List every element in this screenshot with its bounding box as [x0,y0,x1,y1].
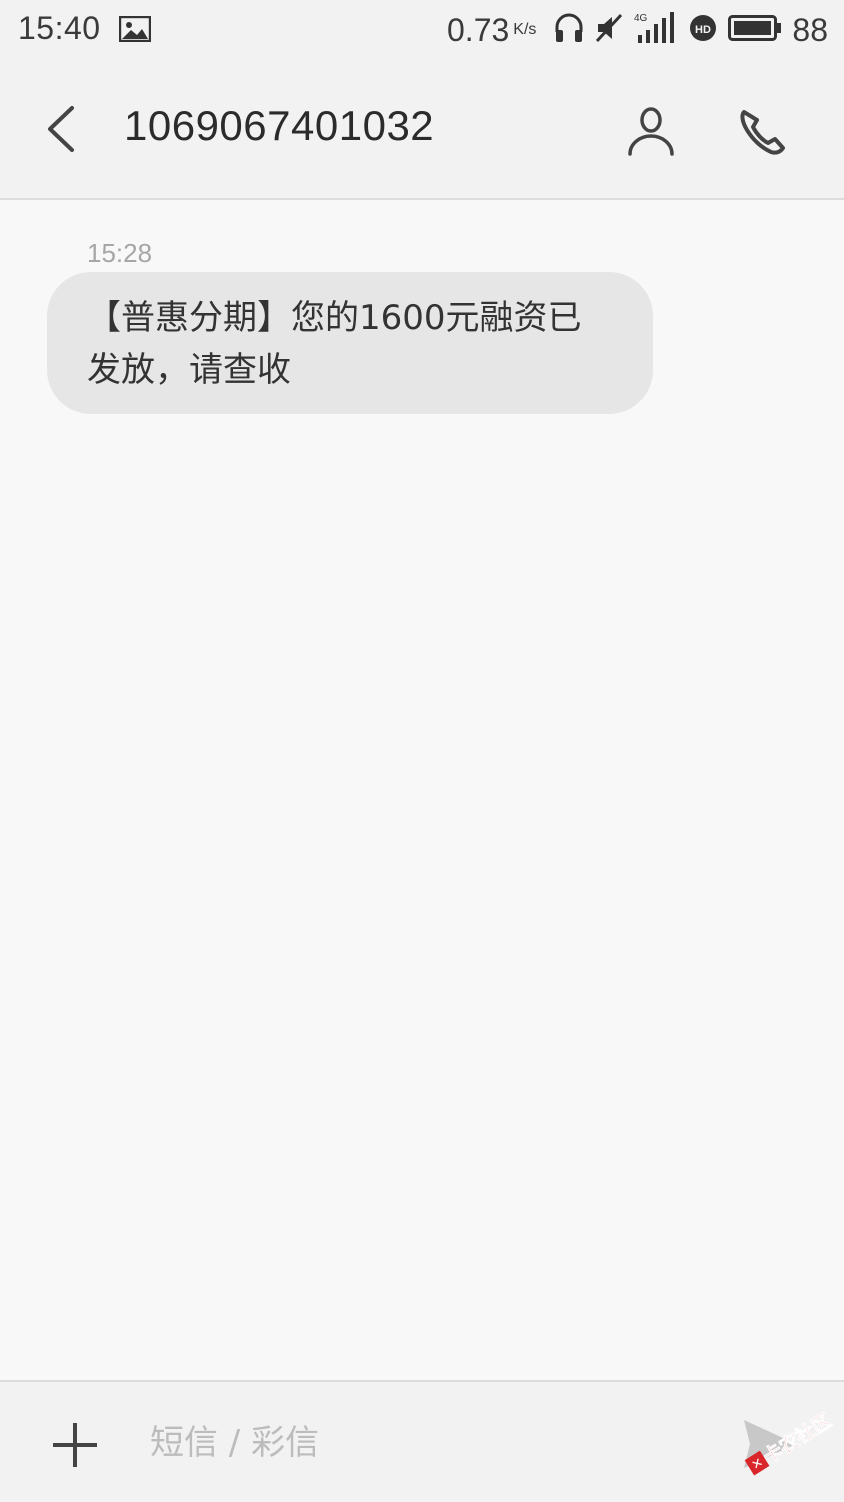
mute-icon [594,12,624,49]
contact-button[interactable] [622,102,680,160]
status-time: 15:40 [18,10,101,46]
compose-bar [0,1380,844,1502]
plus-icon [48,1423,102,1476]
network-speed: 0.73 [447,11,510,48]
back-button[interactable] [38,100,86,158]
svg-text:HD: HD [695,24,711,36]
network-speed-unit: K/s [513,21,537,38]
battery-percent: 88 [792,11,828,48]
message-bubble[interactable]: 【普惠分期】您的1600元融资已发放，请查收 [47,272,653,414]
send-icon [740,1420,800,1476]
conversation-header: 1069067401032 [0,62,844,200]
message-timestamp: 15:28 [87,238,153,268]
phone-icon [734,110,792,164]
contact-icon [622,107,680,164]
message-input[interactable] [148,1412,712,1474]
battery-icon [728,14,782,47]
back-icon [38,106,86,162]
headphones-icon [554,12,584,49]
signal-4g-icon: 4G [634,11,678,50]
contact-number-title: 1069067401032 [124,102,435,149]
add-attachment-button[interactable] [48,1418,102,1472]
svg-text:4G: 4G [634,13,648,24]
hd-icon: HD [688,13,718,48]
send-button[interactable] [740,1416,800,1472]
call-button[interactable] [734,102,792,160]
gallery-icon [118,15,151,42]
status-left: 15:40 [18,10,151,47]
message-text: 【普惠分期】您的1600元融资已发放，请查收 [87,298,582,390]
status-bar: 15:40 0.73 K/s 4G HD 88 [0,0,844,62]
status-right: 0.73 K/s 4G HD 88 [447,10,828,50]
